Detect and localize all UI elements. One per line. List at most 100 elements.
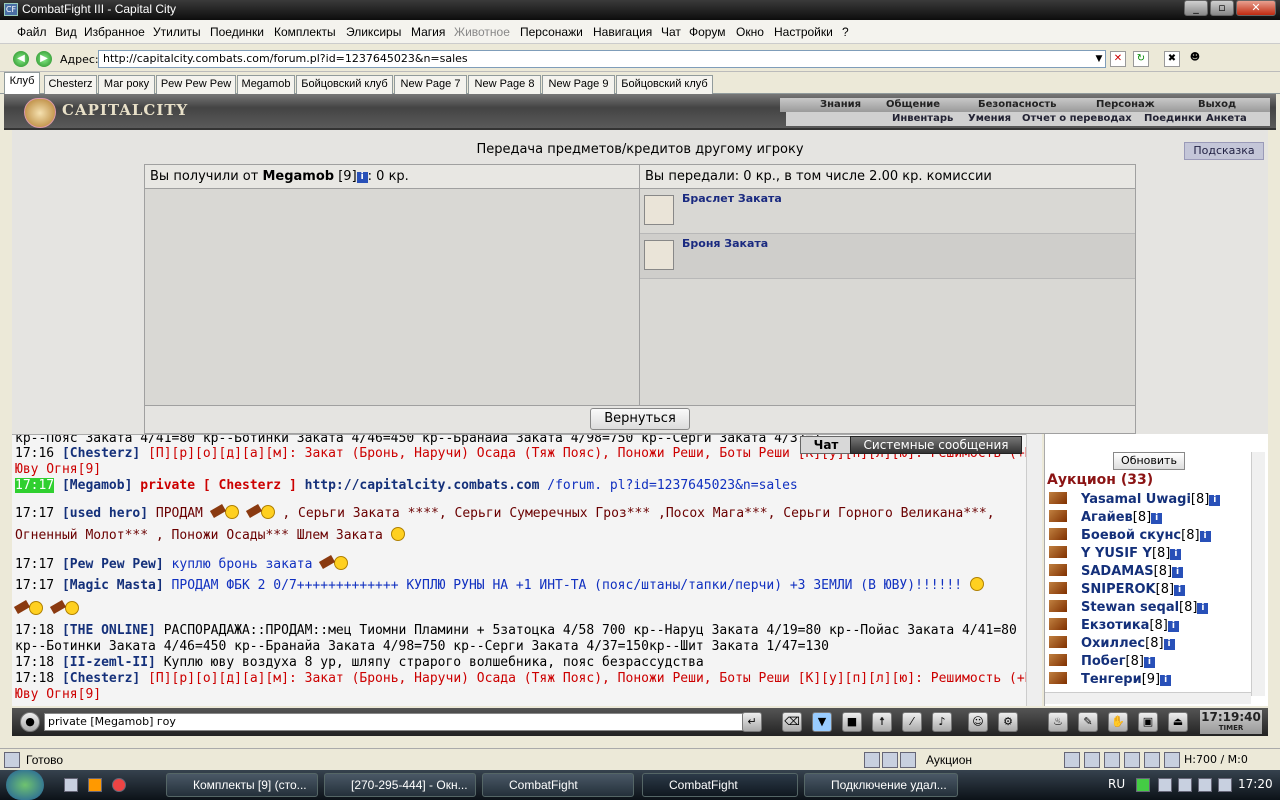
tab-system-messages[interactable]: Системные сообщения [850, 436, 1022, 454]
trade-icon[interactable]: ⁄ [902, 712, 922, 732]
tab-fight-club[interactable]: Бойцовский клуб [296, 75, 393, 94]
menu-characters[interactable]: Персонажи [520, 25, 583, 39]
tab-mag-roku[interactable]: Маг року [98, 75, 155, 94]
magic-icon[interactable] [1144, 752, 1160, 768]
auction-horizontal-scrollbar[interactable] [1045, 692, 1251, 704]
browser-icon[interactable] [112, 778, 126, 792]
menu-favorites[interactable]: Избранное [84, 25, 145, 39]
info-icon[interactable]: i [1209, 495, 1221, 506]
tab-chat[interactable]: Чат [800, 436, 852, 454]
shield-icon[interactable] [1124, 752, 1140, 768]
chat-nick[interactable]: [Chesterz] [62, 446, 140, 461]
info-icon[interactable]: i [1167, 621, 1179, 632]
chat-nick[interactable]: [THE ONLINE] [62, 623, 156, 638]
chevron-down-icon[interactable]: ▼ [1092, 51, 1106, 67]
back-arrow-icon[interactable]: ◀ [13, 51, 29, 67]
tab-pew-pew-pew[interactable]: Pew Pew Pew [156, 75, 236, 94]
minimize-button[interactable]: _ [1184, 0, 1208, 16]
weapon-icon[interactable] [1064, 752, 1080, 768]
player-name[interactable]: SNIPEROK [1081, 582, 1156, 597]
taskbar-item[interactable]: Комплекты [9] (сто... [166, 773, 318, 797]
close-button[interactable]: ✕ [1236, 0, 1276, 16]
clear-icon[interactable]: ⌫ [782, 712, 802, 732]
bottle-icon[interactable]: ♨ [1048, 712, 1068, 732]
player-name[interactable]: Агайев [1081, 510, 1133, 525]
refresh-icon[interactable]: ↻ [1133, 51, 1149, 67]
settings-icon[interactable]: ⚙ [998, 712, 1018, 732]
tab-megamob[interactable]: Megamob [237, 75, 295, 94]
player-row[interactable]: Екзотика[8] i [1049, 618, 1179, 633]
volume-icon[interactable] [1178, 778, 1192, 792]
menu-forum[interactable]: Форум [689, 25, 725, 39]
taskbar-item-active[interactable]: CombatFight [642, 773, 798, 797]
sound-icon[interactable]: ♪ [932, 712, 952, 732]
potion-icon[interactable] [1084, 752, 1100, 768]
chat-nick[interactable]: [used hero] [62, 506, 148, 521]
chat-mode-icon[interactable]: ● [20, 712, 40, 732]
player-row[interactable]: Yasamal Uwagi[8] i [1049, 492, 1221, 507]
exit-icon[interactable]: ⏏ [1168, 712, 1188, 732]
tab-fight-club-2[interactable]: Бойцовский клуб [616, 75, 713, 94]
network-icon[interactable] [1136, 778, 1150, 792]
tab-new-page-9[interactable]: New Page 9 [542, 75, 615, 94]
player-name[interactable]: SADAMAS [1081, 564, 1154, 579]
player-name[interactable]: Yasamal Uwagi [1081, 492, 1191, 507]
chat-input[interactable]: private [Megamob] гоу [44, 713, 748, 731]
bag-icon[interactable] [1104, 752, 1120, 768]
help-icon[interactable] [1164, 752, 1180, 768]
nav-character[interactable]: Персонаж [1096, 98, 1155, 112]
menu-chat[interactable]: Чат [661, 25, 681, 39]
player-name[interactable]: Побег [1081, 654, 1126, 669]
info-icon[interactable]: i [1170, 549, 1182, 560]
item-row[interactable]: Браслет Заката [640, 189, 1135, 234]
player-name[interactable]: Stewan seqal [1081, 600, 1179, 615]
taskbar-item[interactable]: Подключение удал... [804, 773, 958, 797]
address-input[interactable]: http://capitalcity.combats.com/forum.pl?… [98, 50, 1106, 68]
info-icon[interactable]: i [1172, 567, 1184, 578]
player-row[interactable]: Охиллес[8] i [1049, 636, 1175, 651]
player-name[interactable]: Екзотика [1081, 618, 1149, 633]
chat-nick[interactable]: [Pew Pew Pew] [62, 557, 164, 572]
chat-nick[interactable]: [II-zeml-II] [62, 655, 156, 670]
player-row[interactable]: SNIPEROK[8] i [1049, 582, 1186, 597]
subnav-skills[interactable]: Умения [968, 112, 1011, 126]
info-icon[interactable]: i [1197, 603, 1209, 614]
player-name[interactable]: Тенгери [1081, 672, 1142, 687]
sender-nick[interactable]: Megamob [262, 169, 334, 184]
subnav-transfer-report[interactable]: Отчет о переводах [1022, 112, 1132, 126]
chat-nick[interactable]: [Megamob] [62, 478, 132, 493]
chat-nick[interactable]: [Chesterz] [62, 671, 140, 686]
info-icon[interactable]: i [1163, 639, 1175, 650]
refresh-button[interactable]: Обновить [1113, 452, 1185, 470]
nav-security[interactable]: Безопасность [978, 98, 1057, 112]
player-row[interactable]: Агайев[8] i [1049, 510, 1163, 525]
nav-communication[interactable]: Общение [886, 98, 940, 112]
player-row[interactable]: Побег[8] i [1049, 654, 1155, 669]
subnav-inventory[interactable]: Инвентарь [892, 112, 953, 126]
tab-new-page-8[interactable]: New Page 8 [468, 75, 541, 94]
maximize-button[interactable]: ▫ [1210, 0, 1234, 16]
player-name[interactable]: Боевой скунс [1081, 528, 1181, 543]
hint-button[interactable]: Подсказка [1184, 142, 1264, 160]
chat-nick[interactable]: [Magic Masta] [62, 578, 164, 593]
item-name[interactable]: Броня Заката [682, 237, 768, 250]
system-clock[interactable]: 17:20 [1238, 777, 1273, 791]
player-row[interactable]: Stewan seqal[8] i [1049, 600, 1209, 615]
monitor-icon[interactable] [1198, 778, 1212, 792]
users-icon[interactable]: ☻ [1187, 51, 1203, 67]
menu-sets[interactable]: Комплекты [274, 25, 336, 39]
menu-magic[interactable]: Магия [411, 25, 445, 39]
item-name[interactable]: Браслет Заката [682, 192, 782, 205]
info-icon[interactable]: i [1143, 657, 1155, 668]
feather-icon[interactable]: ✎ [1078, 712, 1098, 732]
taskbar-item[interactable]: [270-295-444] - Окн... [324, 773, 476, 797]
back-button[interactable]: Вернуться [590, 408, 690, 430]
player-row[interactable]: SADAMAS[8] i [1049, 564, 1184, 579]
menu-fights[interactable]: Поединки [210, 25, 264, 39]
tab-new-page-7[interactable]: New Page 7 [394, 75, 467, 94]
chat-link-rest[interactable]: /forum. pl?id=1237645023&n=sales [547, 478, 797, 493]
info-icon[interactable]: i [1199, 531, 1211, 542]
tab-chesterz[interactable]: Chesterz [44, 75, 97, 94]
send-icon[interactable]: ↵ [742, 712, 762, 732]
power-icon[interactable] [1218, 778, 1232, 792]
